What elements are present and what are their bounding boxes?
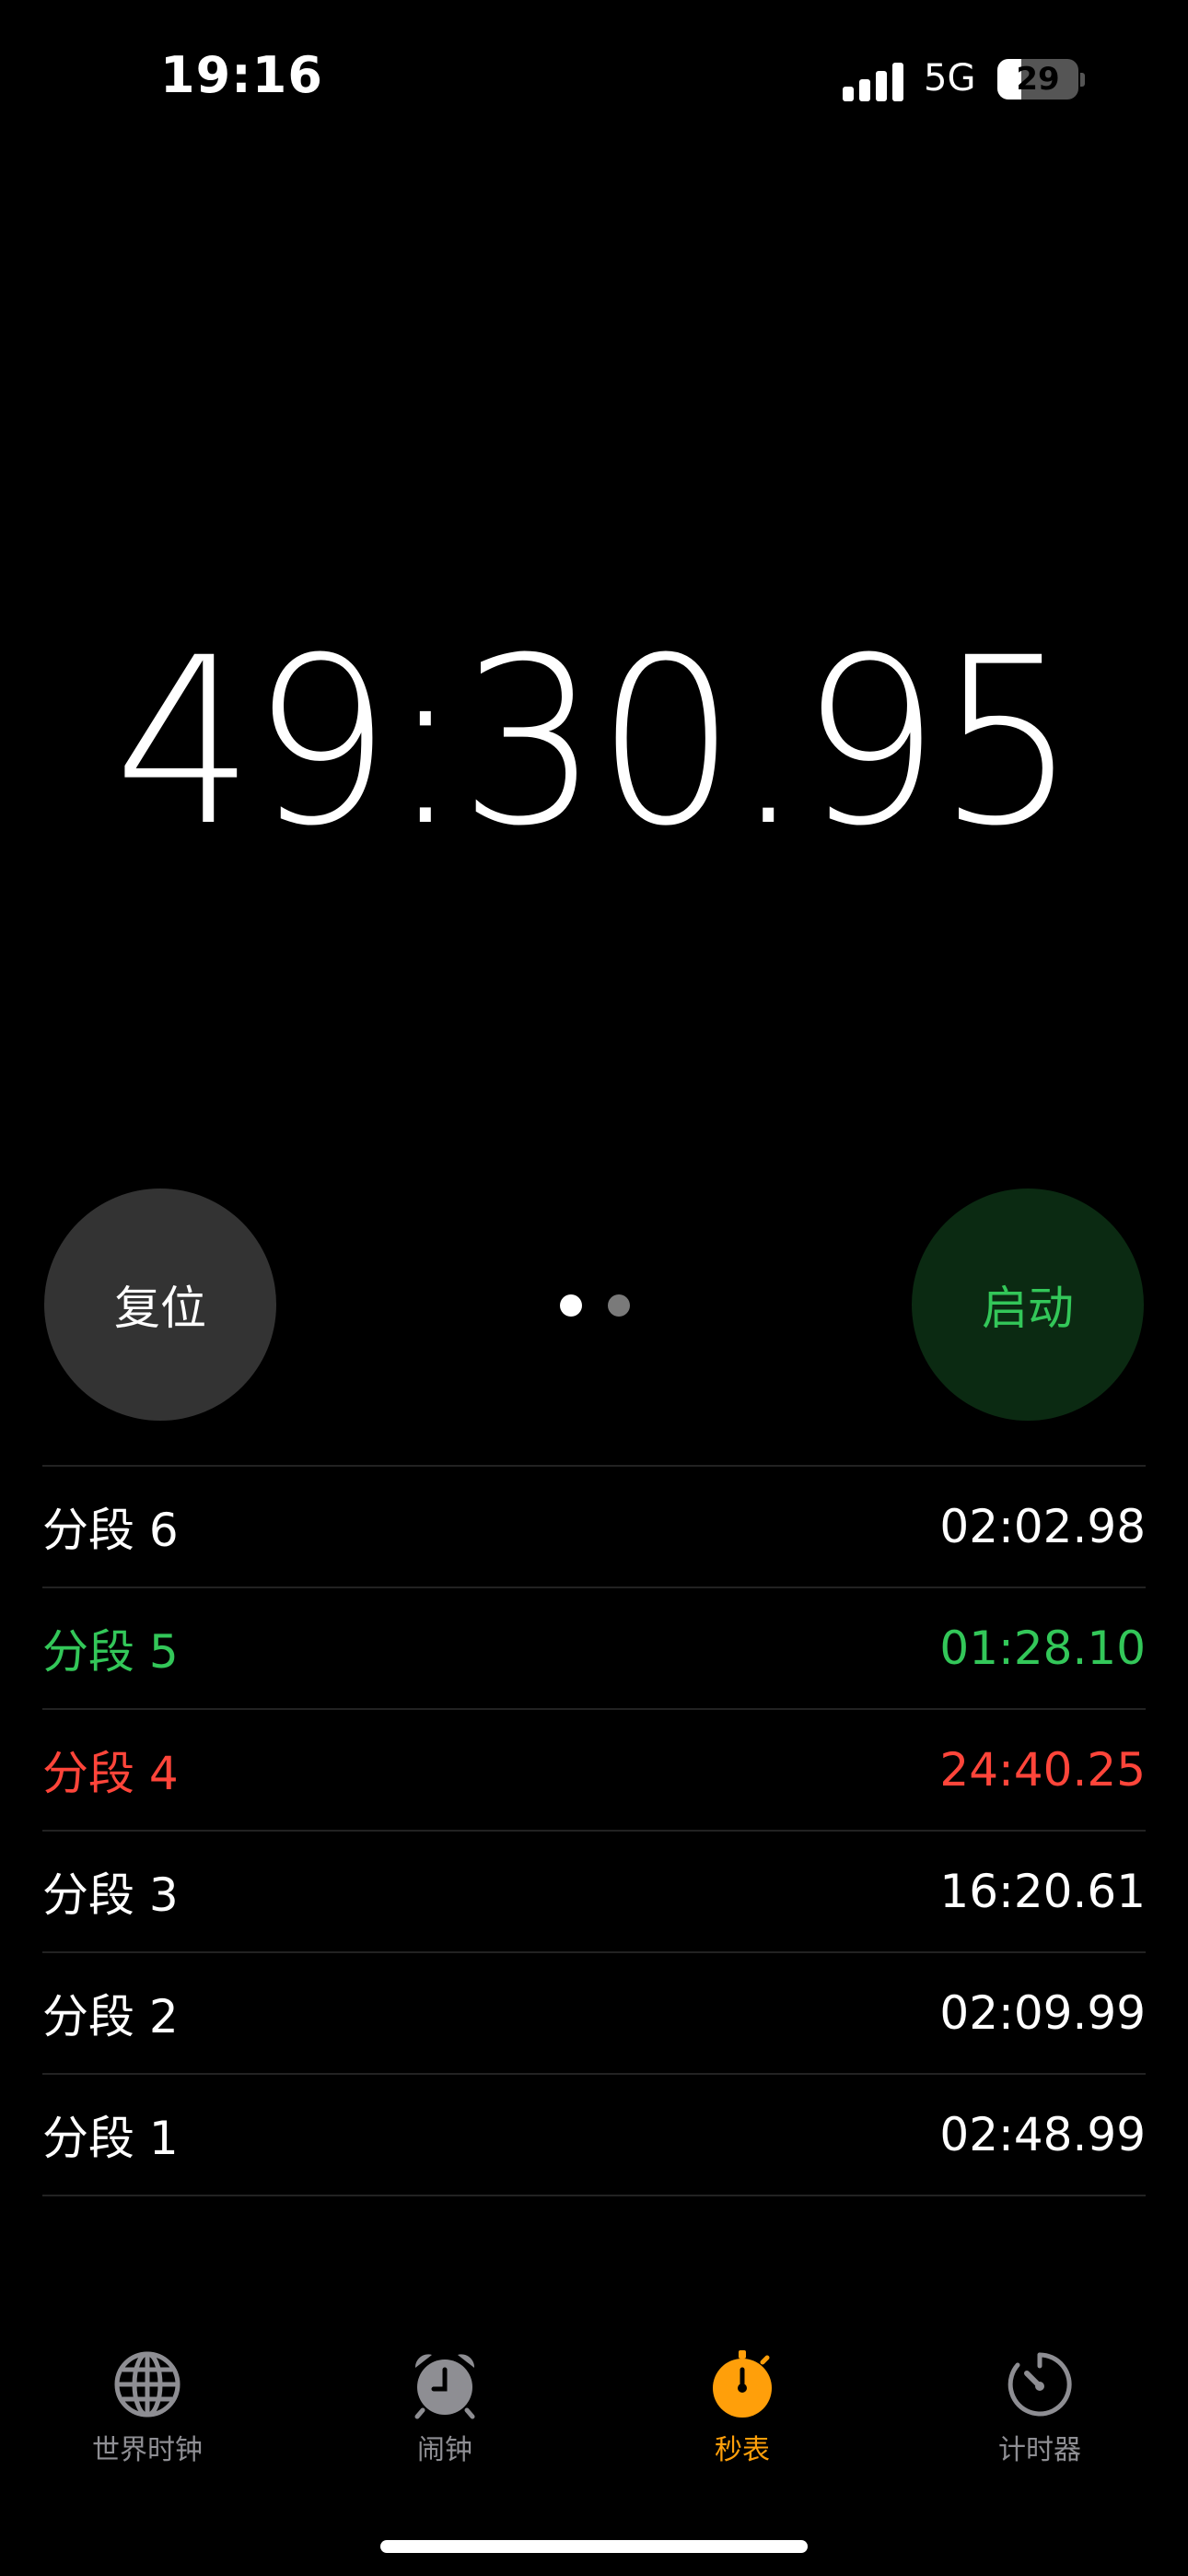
alarm-clock-icon xyxy=(414,2354,475,2419)
battery-tip xyxy=(1080,73,1085,87)
battery-percent: 29 xyxy=(1016,61,1060,98)
lap-row: 分段 2 02:09.99 xyxy=(42,1953,1146,2075)
tab-label: 闹钟 xyxy=(417,2434,472,2466)
lap-row: 分段 4 24:40.25 xyxy=(42,1710,1146,1832)
start-button[interactable]: 启动 xyxy=(912,1188,1144,1421)
reset-button[interactable]: 复位 xyxy=(44,1188,276,1421)
globe-icon xyxy=(114,2351,181,2418)
start-button-label: 启动 xyxy=(982,1282,1074,1335)
home-indicator[interactable] xyxy=(380,2540,808,2553)
lap-time: 24:40.25 xyxy=(939,1743,1146,1797)
lap-list: 分段 6 02:02.98 分段 5 01:28.10 分段 4 24:40.2… xyxy=(42,1465,1146,2196)
status-bar: 19:16 5G 29 xyxy=(0,0,1188,157)
tab-bar: 世界时钟 闹钟 秒表 计时器 xyxy=(0,2349,1188,2497)
battery-icon: 29 xyxy=(997,59,1078,100)
lap-row: 分段 6 02:02.98 xyxy=(42,1467,1146,1588)
tab-label: 计时器 xyxy=(998,2434,1081,2466)
lap-label: 分段 4 xyxy=(42,1747,179,1800)
reset-button-label: 复位 xyxy=(114,1282,206,1335)
page-indicator[interactable] xyxy=(560,1294,634,1317)
tab-timer[interactable]: 计时器 xyxy=(948,2349,1132,2467)
stopwatch-icon xyxy=(713,2350,772,2418)
lap-label: 分段 1 xyxy=(42,2112,179,2165)
lap-time: 02:02.98 xyxy=(939,1500,1146,1553)
lap-row: 分段 1 02:48.99 xyxy=(42,2075,1146,2196)
tab-world-clock[interactable]: 世界时钟 xyxy=(55,2349,239,2467)
tab-label: 世界时钟 xyxy=(92,2434,203,2466)
lap-row: 分段 3 16:20.61 xyxy=(42,1832,1146,1953)
lap-time: 02:48.99 xyxy=(939,2108,1146,2161)
lap-time: 02:09.99 xyxy=(939,1986,1146,2040)
lap-label: 分段 3 xyxy=(42,1868,179,1922)
stopwatch-display: 49:30.95 xyxy=(113,608,1077,876)
lap-time: 16:20.61 xyxy=(939,1865,1146,1918)
lap-label: 分段 6 xyxy=(42,1504,179,1557)
page-dot[interactable] xyxy=(560,1294,582,1317)
tab-alarm[interactable]: 闹钟 xyxy=(353,2349,537,2467)
cellular-signal-icon xyxy=(843,63,903,101)
status-time: 19:16 xyxy=(160,46,323,104)
lap-label: 分段 2 xyxy=(42,1990,179,2043)
timer-icon xyxy=(1007,2352,1072,2417)
network-type: 5G xyxy=(924,57,976,100)
lap-label: 分段 5 xyxy=(42,1625,179,1679)
lap-row: 分段 5 01:28.10 xyxy=(42,1588,1146,1710)
tab-stopwatch[interactable]: 秒表 xyxy=(650,2349,834,2467)
lap-time: 01:28.10 xyxy=(939,1622,1146,1675)
tab-label: 秒表 xyxy=(715,2434,770,2466)
page-dot[interactable] xyxy=(608,1294,630,1317)
